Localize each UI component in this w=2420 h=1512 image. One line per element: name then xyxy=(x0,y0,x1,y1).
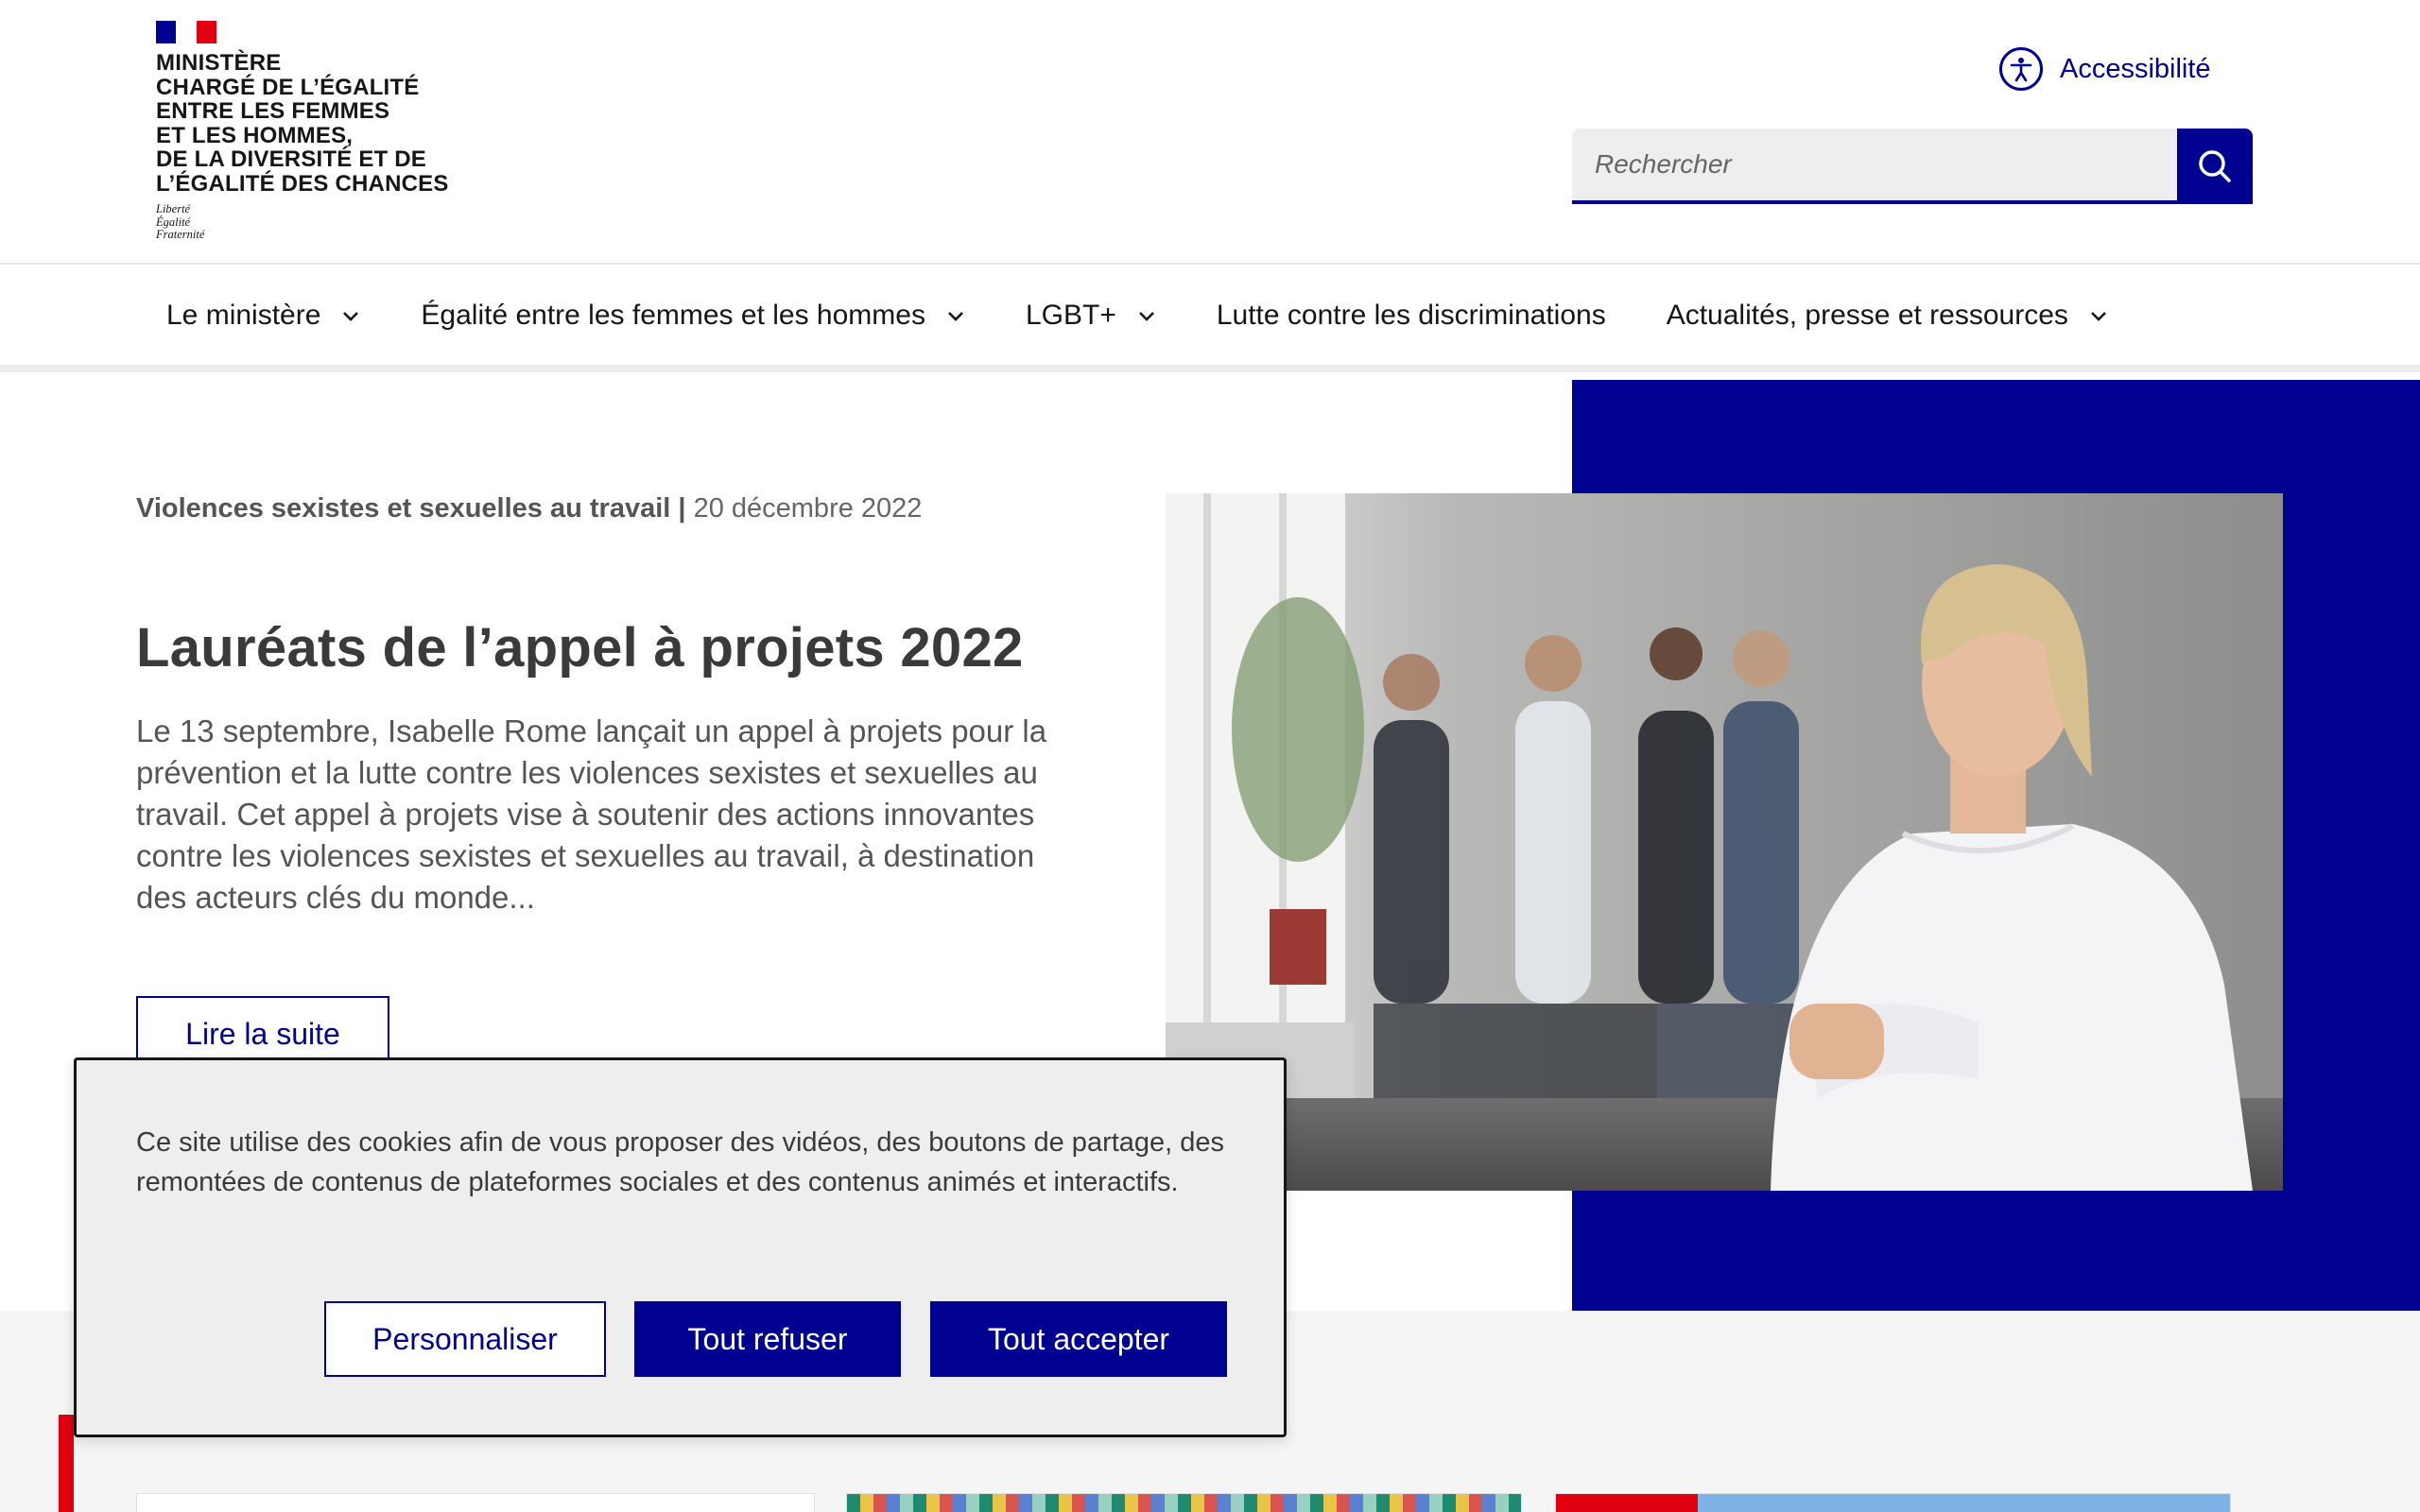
accessibility-link[interactable]: Accessibilité xyxy=(1999,47,2211,91)
article-title[interactable]: Lauréats de l’appel à projets 2022 xyxy=(136,616,1024,679)
article-date: 20 décembre 2022 xyxy=(693,493,923,524)
hero-photo xyxy=(1166,493,2283,1191)
accessibility-icon xyxy=(1999,47,2043,91)
search-input[interactable] xyxy=(1572,129,2177,204)
cookie-message: Ce site utilise des cookies afin de vous… xyxy=(136,1127,1225,1197)
chevron-down-icon xyxy=(2090,312,2106,321)
article-category[interactable]: Violences sexistes et sexuelles au trava… xyxy=(136,493,670,524)
nav-item-label: Le ministère xyxy=(166,300,321,331)
nav-item-actualites-presse[interactable]: Actualités, presse et ressources xyxy=(1667,300,2108,332)
nav-item-egalite-femmes-hommes[interactable]: Égalité entre les femmes et les hommes xyxy=(421,300,965,332)
chevron-down-icon xyxy=(948,312,963,321)
nav-item-label: LGBT+ xyxy=(1025,300,1116,331)
nav-item-lgbt[interactable]: LGBT+ xyxy=(1026,300,1156,332)
section-accent-bar xyxy=(59,1415,74,1512)
meta-separator: | xyxy=(678,493,686,524)
ministry-name: MINISTÈRE CHARGÉ DE L’ÉGALITÉ ENTRE LES … xyxy=(156,51,458,196)
ministry-name-line: ENTRE LES FEMMES xyxy=(156,98,390,124)
accessibility-label: Accessibilité xyxy=(2060,53,2211,84)
search-icon xyxy=(2199,150,2231,182)
ministry-name-line: MINISTÈRE xyxy=(156,50,282,76)
news-card[interactable] xyxy=(136,1493,815,1512)
motto-line: Fraternité xyxy=(156,228,205,241)
ministry-name-line: L’ÉGALITÉ DES CHANCES xyxy=(156,170,449,197)
nav-item-le-ministere[interactable]: Le ministère xyxy=(166,300,360,332)
ministry-logo[interactable]: MINISTÈRE CHARGÉ DE L’ÉGALITÉ ENTRE LES … xyxy=(156,21,458,242)
customize-cookies-button[interactable]: Personnaliser xyxy=(324,1301,606,1377)
news-card[interactable] xyxy=(846,1493,1522,1512)
republic-motto: Liberté Égalité Fraternité xyxy=(156,202,458,242)
motto-line: Liberté xyxy=(156,202,191,215)
ministry-name-line: CHARGÉ DE L’ÉGALITÉ xyxy=(156,74,420,100)
refuse-all-button[interactable]: Tout refuser xyxy=(634,1301,901,1377)
site-header: MINISTÈRE CHARGÉ DE L’ÉGALITÉ ENTRE LES … xyxy=(0,0,2420,265)
ministry-name-line: ET LES HOMMES, xyxy=(156,122,354,148)
main-navigation: Le ministère Égalité entre les femmes et… xyxy=(0,266,2420,372)
nav-item-label: Actualités, presse et ressources xyxy=(1666,300,2068,331)
nav-item-label: Égalité entre les femmes et les hommes xyxy=(421,300,925,331)
accept-all-button[interactable]: Tout accepter xyxy=(930,1301,1227,1377)
article-meta: Violences sexistes et sexuelles au trava… xyxy=(136,493,922,524)
cookie-consent-banner: Ce site utilise des cookies afin de vous… xyxy=(74,1057,1287,1437)
article-summary: Le 13 septembre, Isabelle Rome lançait u… xyxy=(136,713,1047,915)
republique-francaise-flag xyxy=(156,21,216,43)
nav-item-lutte-discriminations[interactable]: Lutte contre les discriminations xyxy=(1217,300,1606,332)
chevron-down-icon xyxy=(1138,312,1154,321)
search-bar xyxy=(1572,129,2253,204)
search-button[interactable] xyxy=(2177,129,2253,204)
motto-line: Égalité xyxy=(156,215,191,229)
chevron-down-icon xyxy=(343,312,359,321)
ministry-name-line: DE LA DIVERSITÉ ET DE xyxy=(156,146,427,172)
nav-item-label: Lutte contre les discriminations xyxy=(1216,300,1606,331)
news-card[interactable] xyxy=(1555,1493,2231,1512)
